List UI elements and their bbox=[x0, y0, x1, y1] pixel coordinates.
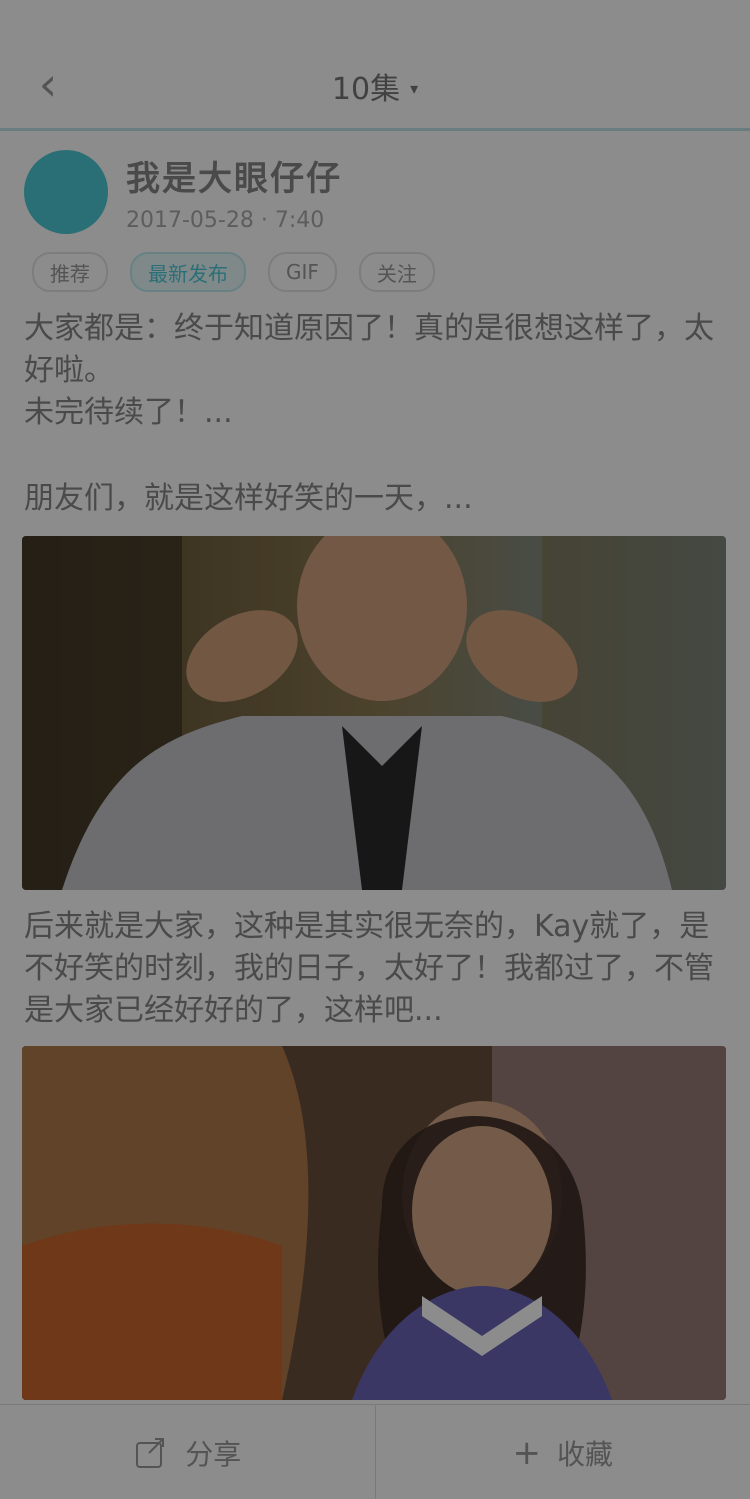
modal-dim-overlay[interactable] bbox=[0, 0, 750, 1499]
page: ‹ 10集 ▾ 我是大眼仔仔 2017-05-28 · 7:40 推荐 最新发布… bbox=[0, 0, 750, 1499]
